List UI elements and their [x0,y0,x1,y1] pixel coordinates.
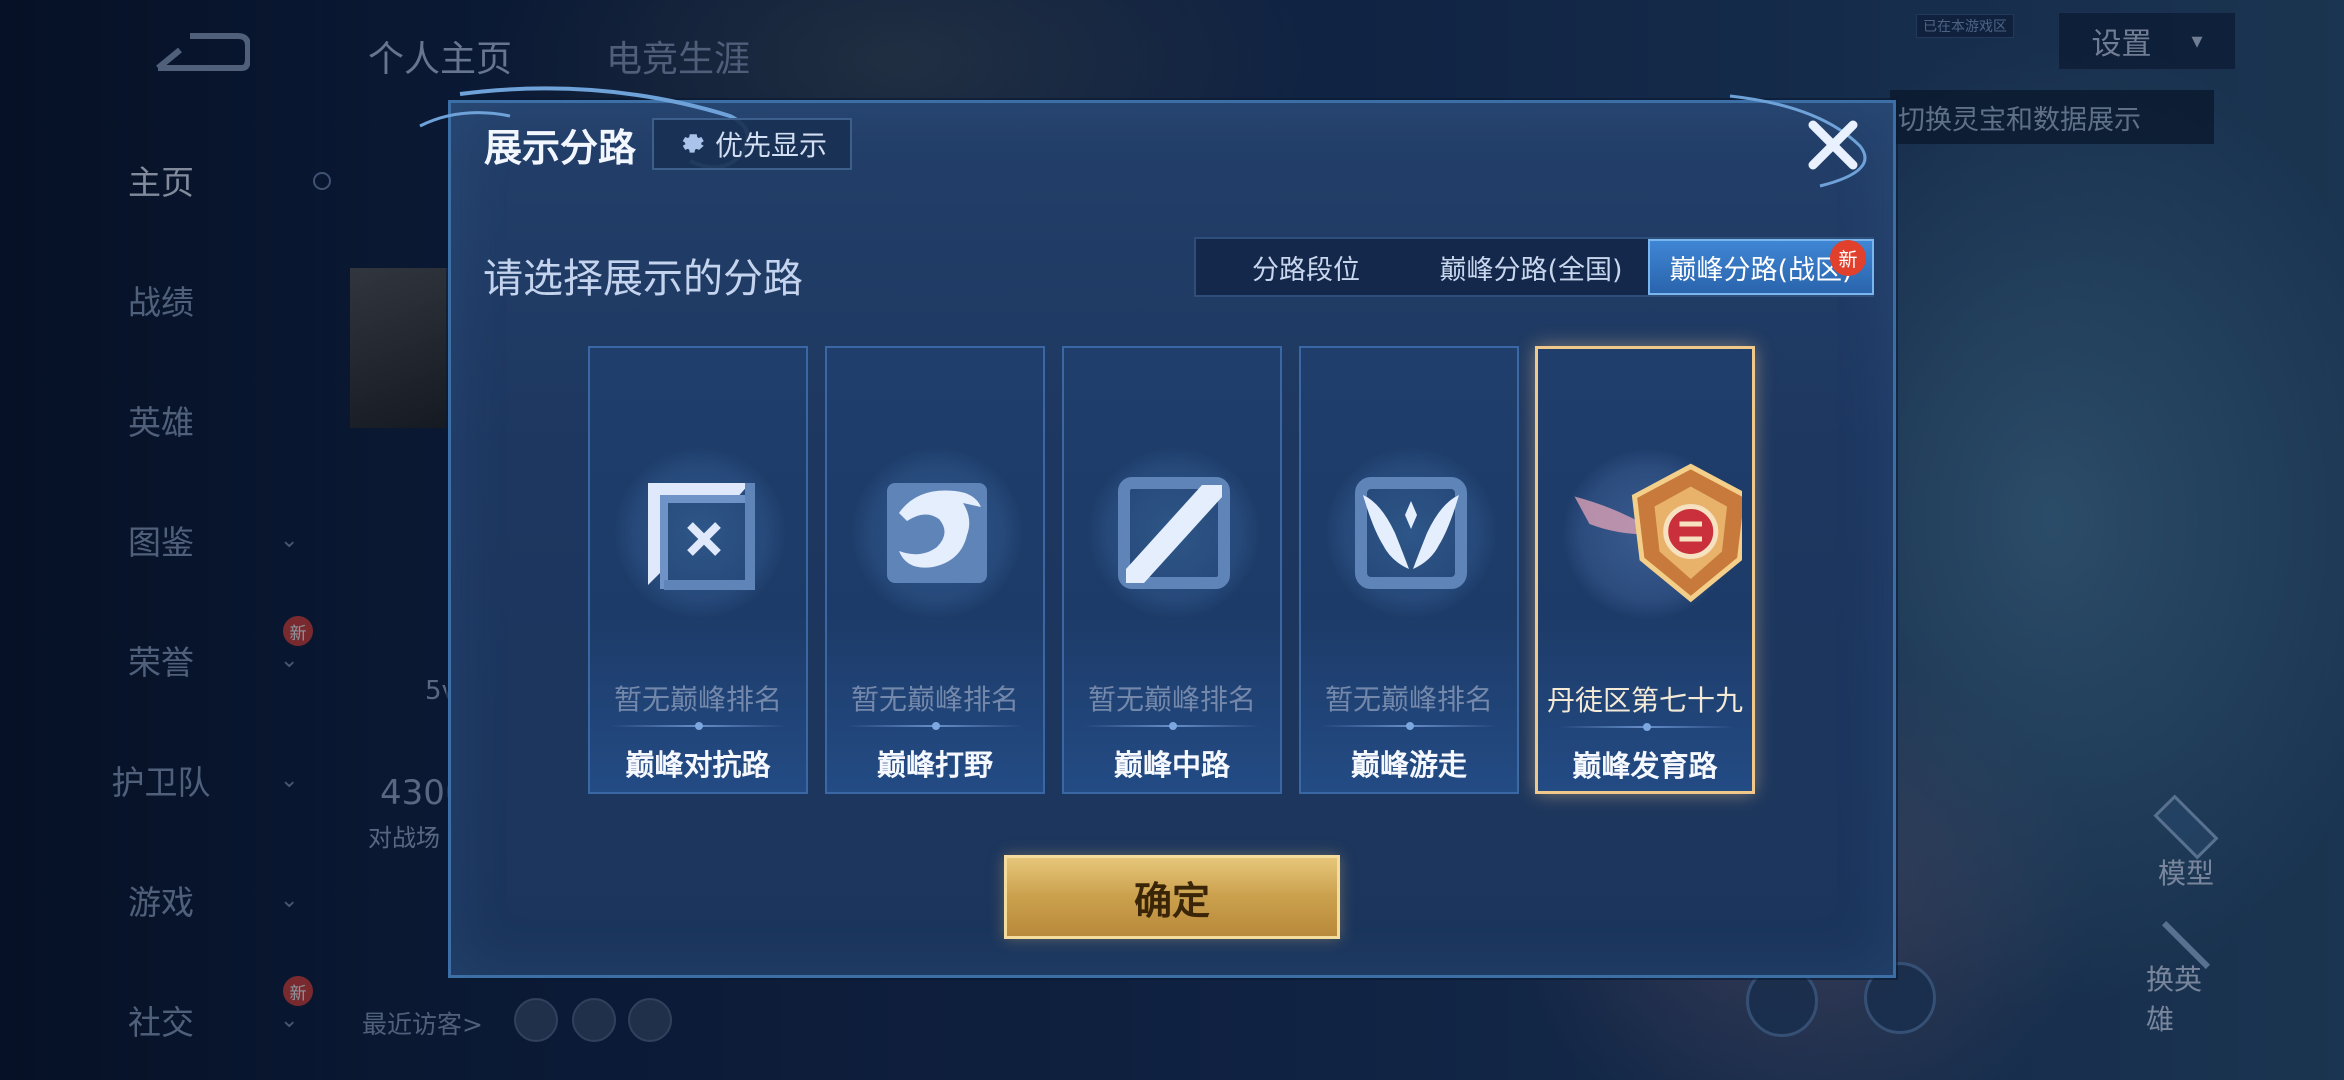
divider-dot [1643,723,1651,731]
rank-text: 暂无巅峰排名 [613,683,782,716]
dialog-title: 展示分路 [484,126,637,170]
tab-lane-rank[interactable]: 分路段位 [1196,239,1416,295]
lane-card-jungle[interactable]: 暂无巅峰排名 巅峰打野 [825,346,1045,794]
close-button[interactable] [1800,112,1866,178]
divider-dot [932,722,940,730]
divider-dot [1169,722,1177,730]
farm-lane-badge-icon [1574,463,1742,603]
priority-display-button[interactable]: 优先显示 [652,118,852,170]
lane-source-tabs: 分路段位 巅峰分路(全国) 巅峰分路(战区) [1194,237,1874,297]
jungle-icon [887,483,987,583]
lane-name: 巅峰打野 [876,748,993,782]
lane-card-mid[interactable]: 暂无巅峰排名 巅峰中路 [1062,346,1282,794]
rank-text: 暂无巅峰排名 [1087,683,1256,716]
lane-card-clash[interactable]: 暂无巅峰排名 巅峰对抗路 [588,346,808,794]
rank-text: 丹徒区第七十九 [1546,684,1743,717]
roam-icon [1355,477,1467,589]
lane-name: 巅峰游走 [1350,748,1467,782]
lane-name: 巅峰发育路 [1572,749,1718,783]
lane-name: 巅峰对抗路 [625,748,771,782]
dialog-prompt: 请选择展示的分路 [483,256,803,302]
divider-dot [695,722,703,730]
confirm-button[interactable]: 确定 [1004,855,1340,939]
lane-name: 巅峰中路 [1113,748,1230,782]
divider-dot [1406,722,1414,730]
priority-display-label: 优先显示 [714,129,827,162]
clash-lane-icon [648,483,755,590]
mid-lane-icon [1118,477,1230,589]
gear-icon [682,134,704,153]
rank-text: 暂无巅峰排名 [1324,683,1493,716]
new-badge: 新 [1830,240,1866,276]
lane-card-farm[interactable]: 丹徒区第七十九 巅峰发育路 [1535,346,1755,794]
rank-text: 暂无巅峰排名 [850,683,1019,716]
close-icon [1808,120,1858,170]
tab-peak-national[interactable]: 巅峰分路(全国) [1416,239,1646,295]
lane-card-roam[interactable]: 暂无巅峰排名 巅峰游走 [1299,346,1519,794]
